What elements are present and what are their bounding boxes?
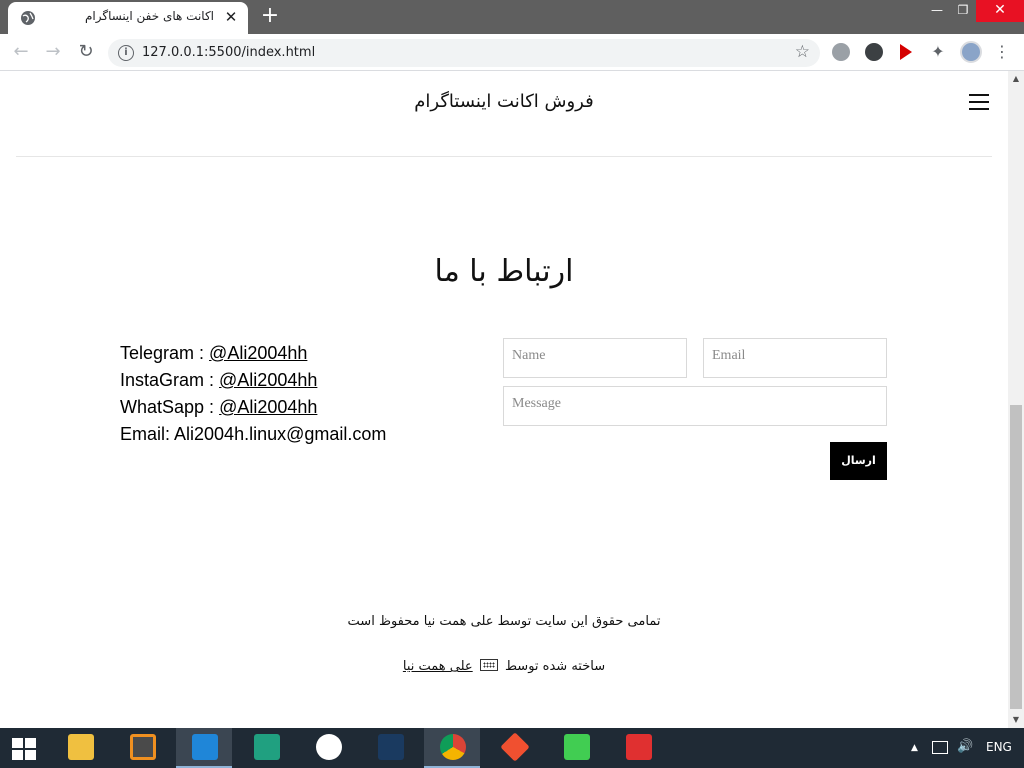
visual-studio-icon[interactable] [238, 728, 294, 768]
window-maximize-button[interactable]: ❐ [948, 0, 978, 22]
contact-info: Telegram : @Ali2004hh InstaGram : @Ali20… [120, 340, 386, 448]
network-icon[interactable] [932, 741, 948, 754]
name-input[interactable]: Name [503, 338, 687, 378]
browser-tab[interactable]: اکانت های خفن اینساگرام ✕ [8, 2, 248, 34]
contact-instagram: InstaGram : @Ali2004hh [120, 367, 386, 394]
new-tab-button[interactable]: + [258, 5, 282, 29]
forward-arrow-icon[interactable]: → [41, 41, 65, 65]
keyboard-icon [479, 659, 498, 671]
language-indicator[interactable]: ENG [986, 740, 1012, 754]
app-tree-icon[interactable] [300, 728, 356, 768]
instagram-link[interactable]: @Ali2004hh [219, 370, 317, 390]
back-arrow-icon[interactable]: ← [9, 41, 33, 65]
footer-copyright: تمامی حقوق این سایت توسط علی همت نیا محف… [347, 614, 661, 629]
credit-prefix: ساخته شده توسط [504, 659, 606, 674]
email-input[interactable]: Email [703, 338, 887, 378]
volume-icon[interactable]: 🔊 [957, 739, 973, 754]
windows-taskbar: ▲ 🔊 ENG [0, 728, 1024, 768]
extension-globe-icon[interactable] [832, 43, 850, 61]
tray-expand-icon[interactable]: ▲ [911, 743, 918, 753]
contact-label: InstaGram : [120, 370, 220, 390]
profile-avatar[interactable] [960, 41, 982, 63]
site-title: فروش اکانت اینستاگرام [414, 91, 594, 112]
contact-email-text: Email: Ali2004h.linux@gmail.com [120, 424, 387, 444]
scroll-up-icon[interactable]: ▲ [1008, 71, 1024, 87]
sublime-text-icon[interactable] [114, 728, 170, 768]
extension-dark-icon[interactable] [865, 43, 883, 61]
bookmark-star-icon[interactable]: ☆ [795, 42, 810, 62]
contact-whatsapp: WhatSapp : @Ali2004hh [120, 394, 386, 421]
contact-telegram: Telegram : @Ali2004hh [120, 340, 386, 367]
url-text[interactable]: 127.0.0.1:5500/index.html [142, 45, 315, 60]
vscode-icon[interactable] [176, 728, 232, 768]
windows-start-icon[interactable] [12, 738, 38, 760]
tab-title: اکانت های خفن اینساگرام [84, 9, 214, 23]
qt-creator-icon[interactable] [548, 728, 604, 768]
contact-heading: ارتباط با ما [434, 254, 574, 289]
tab-close-icon[interactable]: ✕ [222, 8, 240, 26]
reload-icon[interactable]: ↻ [74, 41, 98, 65]
media-player-icon[interactable] [610, 728, 666, 768]
extension-red-arrow-icon[interactable] [897, 43, 915, 61]
whatsapp-link[interactable]: @Ali2004hh [219, 397, 317, 417]
git-icon[interactable] [486, 728, 542, 768]
submit-button[interactable]: ارسال [830, 442, 887, 480]
browser-title-bar: اکانت های خفن اینساگرام ✕ + — ❐ ✕ [0, 0, 1024, 34]
contact-email: Email: Ali2004h.linux@gmail.com [120, 421, 386, 448]
contact-label: Telegram : [120, 343, 210, 363]
file-explorer-icon[interactable] [52, 728, 108, 768]
chrome-icon[interactable] [424, 728, 480, 768]
contact-label: WhatSapp : [120, 397, 220, 417]
browser-toolbar: ← → ↻ i 127.0.0.1:5500/index.html ☆ ✦ ⋮ [0, 34, 1024, 71]
page-viewport: فروش اکانت اینستاگرام ارتباط با ما Teleg… [0, 71, 1008, 728]
globe-icon [21, 11, 35, 25]
page-scrollbar[interactable]: ▲ ▼ [1008, 71, 1024, 728]
browser-menu-icon[interactable]: ⋮ [994, 43, 1010, 61]
telegram-link[interactable]: @Ali2004hh [209, 343, 307, 363]
extensions-puzzle-icon[interactable]: ✦ [929, 43, 947, 61]
author-link[interactable]: علی همت نیا [403, 659, 473, 674]
window-close-button[interactable]: ✕ [976, 0, 1024, 22]
header-divider [16, 156, 992, 157]
footer-credit: ساخته شده توسط علی همت نیا [0, 659, 1008, 674]
scrollbar-thumb[interactable] [1010, 405, 1022, 709]
hamburger-menu-icon[interactable] [969, 93, 991, 111]
address-bar[interactable]: i 127.0.0.1:5500/index.html ☆ [108, 39, 820, 67]
message-input[interactable]: Message [503, 386, 887, 426]
scroll-down-icon[interactable]: ▼ [1008, 712, 1024, 728]
site-info-icon[interactable]: i [118, 45, 134, 61]
powershell-icon[interactable] [362, 728, 418, 768]
